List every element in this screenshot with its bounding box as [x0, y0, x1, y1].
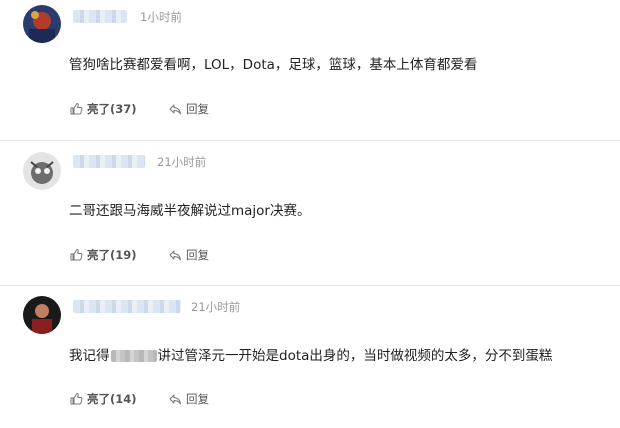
like-count: (14): [110, 392, 137, 406]
thumbs-up-icon: [69, 248, 83, 262]
comment-time: 1小时前: [140, 10, 182, 24]
reply-arrow-icon: [168, 102, 182, 116]
like-button[interactable]: 亮了 (37): [69, 101, 137, 117]
comment-text-part: 我记得: [69, 348, 110, 364]
reply-button[interactable]: 回复: [168, 391, 209, 407]
thumbs-up-icon: [69, 392, 83, 406]
username-redacted[interactable]: [73, 155, 145, 168]
reply-button[interactable]: 回复: [168, 247, 209, 263]
comment-item: 21小时前 我记得 讲过管泽元一开始是dota出身的，当时做视频的太多，分不到蛋糕…: [0, 286, 620, 428]
reply-arrow-icon: [168, 248, 182, 262]
comment-time: 21小时前: [191, 300, 241, 314]
like-count: (37): [110, 102, 137, 116]
avatar[interactable]: [23, 5, 61, 43]
thumbs-up-icon: [69, 102, 83, 116]
like-label: 亮了: [87, 392, 110, 406]
reply-arrow-icon: [168, 392, 182, 406]
like-button[interactable]: 亮了 (14): [69, 391, 137, 407]
reply-label: 回复: [186, 392, 209, 406]
like-label: 亮了: [87, 102, 110, 116]
comment-item: 1小时前 管狗啥比赛都爱看啊，LOL，Dota，足球，篮球，基本上体育都爱看 亮…: [0, 0, 620, 140]
like-count: (19): [110, 248, 137, 262]
like-button[interactable]: 亮了 (19): [69, 247, 137, 263]
comment-item: 21小时前 二哥还跟马海威半夜解说过major决赛。 亮了 (19) 回复: [0, 141, 620, 285]
comment-text: 我记得 讲过管泽元一开始是dota出身的，当时做视频的太多，分不到蛋糕: [69, 344, 552, 364]
comment-text: 二哥还跟马海威半夜解说过major决赛。: [69, 203, 311, 219]
reply-label: 回复: [186, 102, 209, 116]
redacted-name: [110, 350, 157, 362]
username-redacted[interactable]: [73, 10, 127, 23]
avatar[interactable]: [23, 152, 61, 190]
reply-button[interactable]: 回复: [168, 101, 209, 117]
comment-time: 21小时前: [157, 155, 207, 169]
reply-label: 回复: [186, 248, 209, 262]
avatar[interactable]: [23, 296, 61, 334]
username-redacted[interactable]: [73, 300, 181, 313]
comment-text: 管狗啥比赛都爱看啊，LOL，Dota，足球，篮球，基本上体育都爱看: [69, 57, 478, 73]
comment-text-part: 讲过管泽元一开始是dota出身的，当时做视频的太多，分不到蛋糕: [157, 348, 553, 364]
like-label: 亮了: [87, 248, 110, 262]
